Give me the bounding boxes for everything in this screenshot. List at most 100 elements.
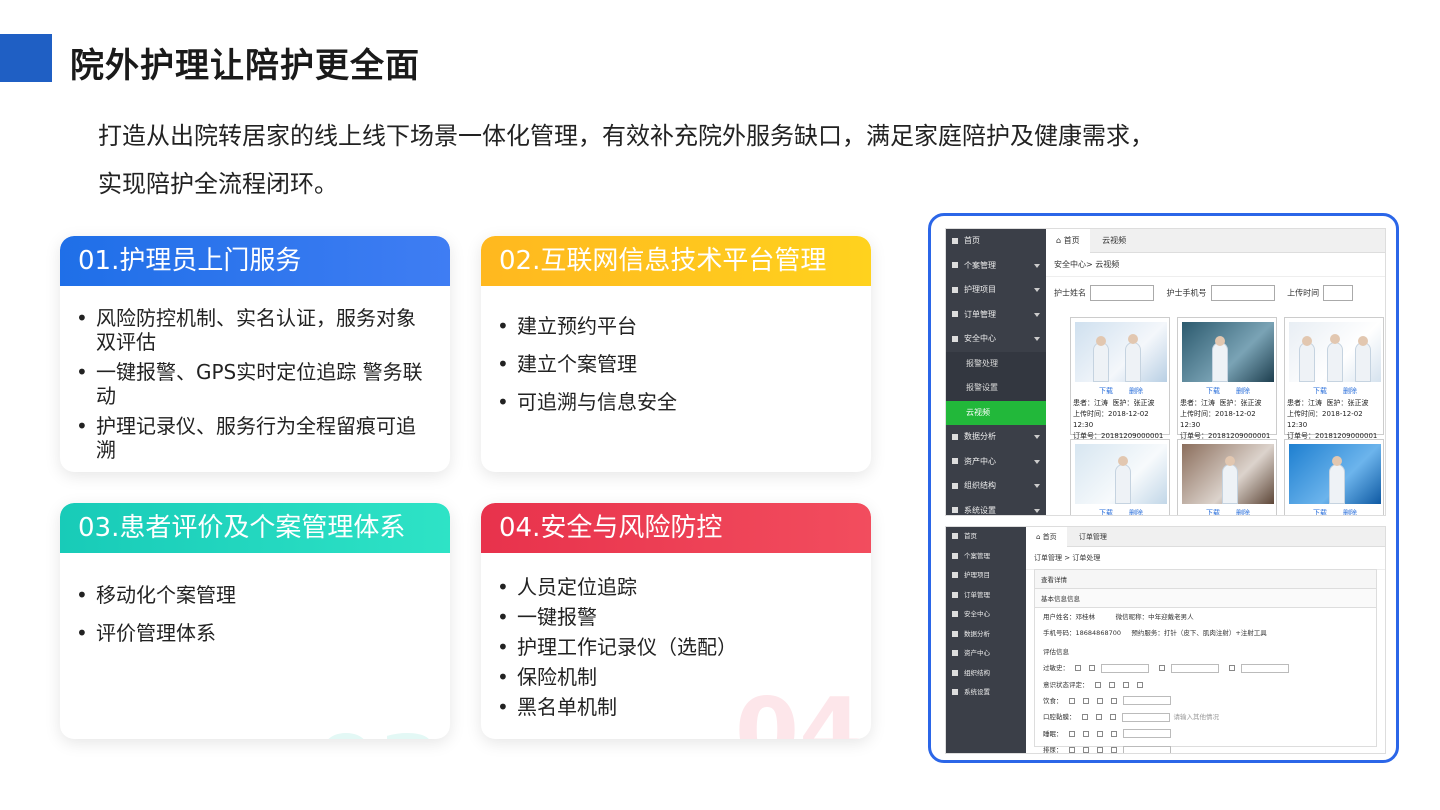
screenshot-frame: 首页 个案管理 护理项目 订单管理 安全中心 报警处理 报警设置 云视频 数据分… (928, 213, 1399, 763)
checkbox[interactable] (1089, 665, 1095, 671)
drug-input[interactable] (1171, 663, 1219, 673)
checkbox[interactable] (1136, 681, 1143, 688)
checkbox[interactable] (1082, 747, 1089, 753)
nurse-name-input[interactable] (1090, 285, 1154, 301)
allergy-input[interactable] (1101, 663, 1149, 673)
checkbox[interactable] (1110, 747, 1117, 753)
card-title: 03.患者评价及个案管理体系 (60, 503, 450, 553)
nurse-name: 医护：张正波 (1219, 399, 1262, 407)
field-label: 过敏史： (1043, 664, 1069, 672)
checkbox[interactable] (1108, 681, 1115, 688)
delete-link[interactable]: 删除 (1236, 509, 1250, 515)
order-detail-panel: 查看详情 基本信息信息 用户姓名：邓桂林 微信昵称：中年迎戴老男人 手机号码：1… (1034, 569, 1377, 753)
filter-label: 上传时间 (1287, 288, 1320, 298)
download-link[interactable]: 下载 (1206, 387, 1220, 395)
checkbox[interactable] (1082, 730, 1089, 737)
checkbox[interactable] (1229, 665, 1235, 671)
checkbox[interactable] (1159, 665, 1165, 671)
chevron-down-icon (1034, 508, 1040, 513)
delete-link[interactable]: 删除 (1129, 387, 1143, 395)
video-thumbnail[interactable] (1289, 444, 1381, 504)
sidebar-item-alarm-settings[interactable]: 报警设置 (946, 376, 1046, 401)
card-list: 风险防控机制、实名认证，服务对象双评估 一键报警、GPS实时定位追踪 警务联动 … (76, 306, 434, 462)
delete-link[interactable]: 删除 (1343, 509, 1357, 515)
checkbox[interactable] (1096, 730, 1103, 737)
sidebar-item-analytics[interactable]: 数据分析 (946, 425, 1046, 450)
sidebar-item-orders[interactable]: 订单管理 (946, 303, 1046, 328)
sidebar-item-nursing[interactable]: 护理项目 (946, 278, 1046, 303)
org-icon (952, 482, 958, 489)
download-link[interactable]: 下载 (1099, 387, 1113, 395)
video-thumbnail[interactable] (1182, 444, 1274, 504)
bar-chart-icon (952, 630, 958, 637)
patient-name: 患者：江涛 (1073, 399, 1108, 407)
upload-time-input[interactable] (1323, 285, 1354, 301)
oral-input[interactable] (1121, 712, 1170, 722)
chevron-down-icon (1034, 484, 1040, 488)
checkbox[interactable] (1068, 697, 1075, 704)
tab-order-management[interactable]: 订单管理 (1069, 527, 1117, 547)
download-link[interactable]: 下载 (1099, 509, 1113, 515)
diet-input[interactable] (1122, 696, 1171, 705)
video-thumbnail[interactable] (1182, 322, 1274, 382)
checkbox[interactable] (1081, 714, 1088, 720)
tab-bar: ⌂ 首页 订单管理 (1026, 527, 1385, 547)
checkbox[interactable] (1094, 681, 1101, 688)
list-item: 黑名单机制 (497, 695, 855, 719)
list-item: 建立个案管理 (497, 352, 855, 376)
checkbox[interactable] (1082, 697, 1089, 704)
checkbox[interactable] (1068, 730, 1075, 737)
checkbox[interactable] (1110, 697, 1117, 704)
delete-link[interactable]: 删除 (1343, 387, 1357, 395)
chevron-down-icon (1034, 337, 1040, 341)
gear-icon (952, 507, 958, 513)
checkbox[interactable] (1110, 730, 1117, 737)
card-list: 移动化个案管理 评价管理体系 (76, 583, 434, 645)
bar-chart-icon (952, 433, 958, 440)
checkbox[interactable] (1068, 747, 1075, 753)
checkbox[interactable] (1109, 714, 1116, 720)
card-evaluation: 03.患者评价及个案管理体系 移动化个案管理 评价管理体系 03 (60, 503, 450, 739)
upload-time: 上传时间：2018-12-02 12:30 (1073, 410, 1149, 429)
intro-line-1: 打造从出院转居家的线上线下场景一体化管理，有效补充院外服务缺口，满足家庭陪护及健… (98, 122, 1154, 150)
other-input[interactable] (1241, 663, 1289, 673)
home-icon: ⌂ (1056, 236, 1064, 245)
tab-home[interactable]: ⌂ 首页 (1026, 527, 1067, 547)
breadcrumb: 安全中心> 云视频 (1046, 253, 1385, 277)
download-link[interactable]: 下载 (1313, 509, 1327, 515)
card-list: 人员定位追踪 一键报警 护理工作记录仪（选配） 保险机制 黑名单机制 (497, 575, 855, 719)
sidebar-item-cloud-video[interactable]: 云视频 (946, 400, 1046, 425)
checkbox[interactable] (1122, 681, 1129, 688)
video-thumbnail[interactable] (1289, 322, 1381, 382)
download-link[interactable]: 下载 (1313, 387, 1327, 395)
order-detail-screen: 首页 个案管理 护理项目 订单管理 安全中心 数据分析 资产中心 组织结构 系统… (945, 526, 1386, 754)
video-thumbnail[interactable] (1075, 444, 1167, 504)
patient-name: 患者：江涛 (1287, 399, 1322, 407)
nurse-phone-input[interactable] (1210, 285, 1275, 301)
checkbox[interactable] (1096, 747, 1103, 753)
checkbox[interactable] (1096, 697, 1103, 704)
sidebar-item-alarm-handling[interactable]: 报警处理 (946, 351, 1046, 376)
delete-link[interactable]: 删除 (1236, 387, 1250, 395)
list-item: 移动化个案管理 (76, 583, 434, 607)
sidebar: 首页 个案管理 护理项目 订单管理 安全中心 报警处理 报警设置 云视频 数据分… (946, 229, 1046, 515)
urination-input[interactable] (1122, 745, 1171, 753)
sidebar-item-security[interactable]: 安全中心 (946, 327, 1046, 352)
tab-home[interactable]: ⌂ 首页 (1046, 229, 1090, 253)
sidebar-item-settings[interactable]: 系统设置 (946, 499, 1046, 516)
checkbox[interactable] (1095, 714, 1102, 720)
video-card: 下载 删除 患者：江涛 医护：张正波 上传时间：2018-12-02 12:30 … (1177, 317, 1277, 440)
sidebar-item-assets[interactable]: 资产中心 (946, 450, 1046, 475)
filter-bar: 护士姓名 护士手机号 上传时间 (1046, 277, 1385, 309)
download-link[interactable]: 下载 (1206, 509, 1220, 515)
delete-link[interactable]: 删除 (1129, 509, 1143, 515)
sidebar-item-home[interactable]: 首页 (946, 229, 1046, 254)
sleep-input[interactable] (1122, 729, 1171, 738)
checkbox[interactable] (1075, 665, 1081, 671)
sidebar-item-org[interactable]: 组织结构 (946, 474, 1046, 499)
video-thumbnail[interactable] (1075, 322, 1167, 382)
list-item: 可追溯与信息安全 (497, 390, 855, 414)
input-hint: 请输入其他情况 (1173, 713, 1220, 721)
sidebar-item-cases[interactable]: 个案管理 (946, 254, 1046, 279)
tab-cloud-video[interactable]: 云视频 (1092, 229, 1136, 253)
